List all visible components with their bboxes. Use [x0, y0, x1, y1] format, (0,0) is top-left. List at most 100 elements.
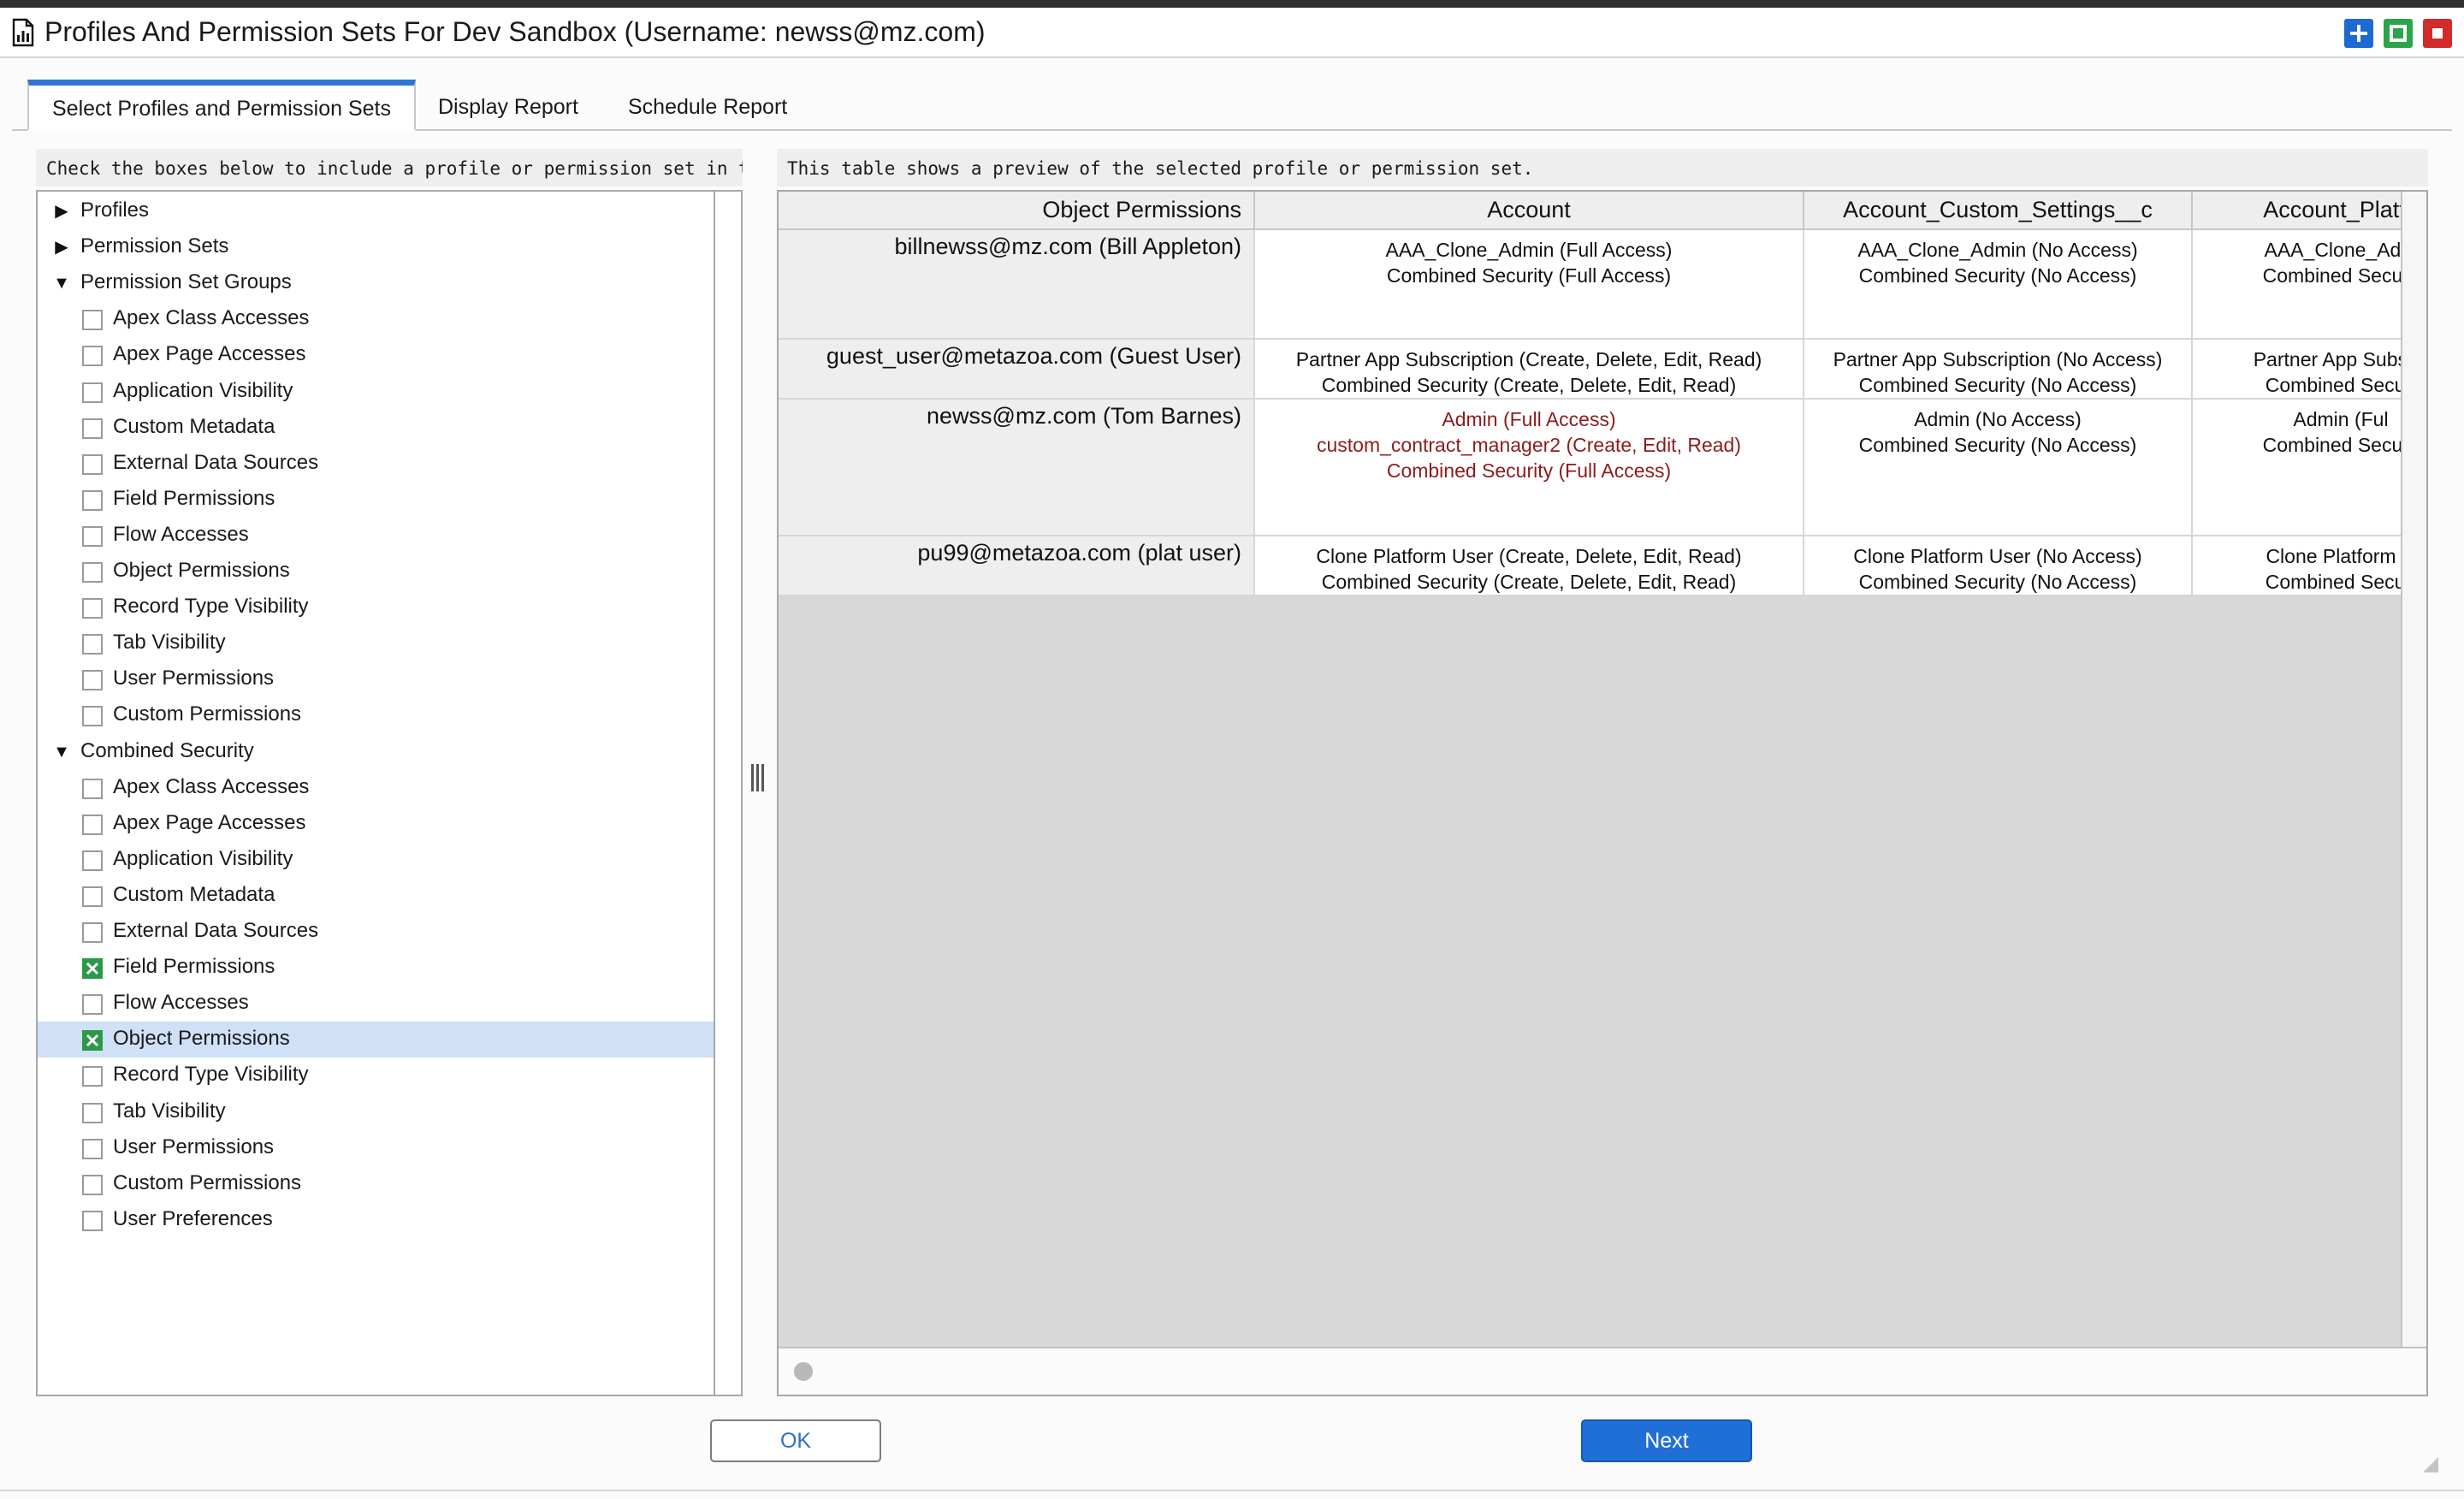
- preview-table-viewport: Object Permissions Account Account_Custom_…: [779, 192, 2401, 596]
- tree-item-label: Apex Class Accesses: [113, 774, 310, 798]
- tree-item-label: Custom Metadata: [113, 882, 275, 906]
- next-button[interactable]: Next: [1581, 1419, 1752, 1462]
- tree-item-apex-page-accesses[interactable]: Apex Page Accesses: [38, 337, 714, 373]
- tab-display-report[interactable]: Display Report: [438, 80, 578, 131]
- checkbox[interactable]: [82, 814, 103, 835]
- horizontal-scroll-thumb[interactable]: [794, 1362, 813, 1381]
- tree-item-apex-class-accesses[interactable]: Apex Class Accesses: [38, 301, 714, 337]
- permission-line: Combined Security (Create, Delete, Edit,…: [1321, 571, 1737, 593]
- tree-item-flow-accesses[interactable]: Flow Accesses: [38, 518, 714, 554]
- tree-item-user-permissions[interactable]: User Permissions: [38, 661, 714, 697]
- checkbox[interactable]: [82, 778, 103, 799]
- tree-item-record-type-visibility[interactable]: Record Type Visibility: [38, 1058, 714, 1093]
- maximize-window-button[interactable]: [2384, 19, 2413, 48]
- tree-item-label: Custom Permissions: [113, 702, 302, 726]
- tree-item-apex-class-accesses[interactable]: Apex Class Accesses: [38, 770, 714, 806]
- horizontal-scrollbar[interactable]: [779, 1347, 2426, 1395]
- user-cell: newss@mz.com (Tom Barnes): [779, 399, 1255, 536]
- checked-checkbox[interactable]: [82, 958, 103, 980]
- tree-item-user-preferences[interactable]: User Preferences: [38, 1202, 714, 1238]
- table-row[interactable]: newss@mz.com (Tom Barnes) Admin (Full Acc…: [779, 399, 2401, 536]
- tab-schedule-report[interactable]: Schedule Report: [628, 80, 787, 131]
- permission-cell: AAA_Clone_Admin (No Access) Combined Secu…: [1804, 229, 2193, 340]
- close-icon: [2432, 28, 2443, 39]
- checkbox[interactable]: [82, 1138, 103, 1159]
- tree-item-field-permissions[interactable]: Field Permissions: [38, 482, 714, 518]
- tree-item-flow-accesses[interactable]: Flow Accesses: [38, 986, 714, 1022]
- table-row[interactable]: pu99@metazoa.com (plat user) Clone Platfo…: [779, 536, 2401, 596]
- tree-item-label: Apex Class Accesses: [113, 306, 310, 330]
- collapsed-arrow-icon[interactable]: ▶: [51, 201, 72, 222]
- permission-line: AAA_Clone_Admin (No Access): [1857, 239, 2138, 261]
- checkbox[interactable]: [82, 382, 103, 403]
- tree-item-object-permissions[interactable]: Object Permissions: [38, 554, 714, 590]
- column-header[interactable]: Account_Custom_Settings__c: [1804, 192, 2193, 230]
- tree-group-permission-sets[interactable]: ▶ Permission Sets: [38, 229, 714, 265]
- tree-item-external-data-sources[interactable]: External Data Sources: [38, 446, 714, 482]
- tree-item-field-permissions[interactable]: Field Permissions: [38, 950, 714, 986]
- checkbox[interactable]: [82, 562, 103, 583]
- tree-group-permission-set-groups[interactable]: ▼ Permission Set Groups: [38, 265, 714, 301]
- column-header[interactable]: Account: [1254, 192, 1804, 230]
- checkbox[interactable]: [82, 489, 103, 511]
- checkbox[interactable]: [82, 922, 103, 943]
- tree-group-profiles[interactable]: ▶ Profiles: [38, 193, 714, 229]
- tree-item-custom-metadata[interactable]: Custom Metadata: [38, 878, 714, 914]
- screen-top-strip: [0, 0, 2464, 8]
- tree-item-custom-metadata[interactable]: Custom Metadata: [38, 410, 714, 446]
- checkbox[interactable]: [82, 310, 103, 331]
- panel-splitter[interactable]: [749, 764, 768, 791]
- checkbox[interactable]: [82, 1174, 103, 1195]
- resize-grip-icon[interactable]: [2420, 1454, 2440, 1474]
- tree-item-tab-visibility[interactable]: Tab Visibility: [38, 625, 714, 661]
- expanded-arrow-icon[interactable]: ▼: [51, 273, 72, 293]
- checked-checkbox[interactable]: [82, 1030, 103, 1052]
- row-header-column[interactable]: Object Permissions: [779, 192, 1255, 230]
- checkbox[interactable]: [82, 706, 103, 727]
- checkbox[interactable]: [82, 346, 103, 367]
- tree-item-label: User Permissions: [113, 667, 275, 690]
- checkbox[interactable]: [82, 453, 103, 475]
- tree-item-object-permissions[interactable]: Object Permissions: [38, 1022, 714, 1058]
- checkbox[interactable]: [82, 1102, 103, 1123]
- tree-scrollbar[interactable]: [714, 192, 715, 1395]
- permission-cell: Clone Platform U Combined Securi: [2192, 536, 2401, 596]
- tree-item-application-visibility[interactable]: Application Visibility: [38, 842, 714, 878]
- checkbox[interactable]: [82, 994, 103, 1016]
- ok-button[interactable]: OK: [710, 1419, 881, 1462]
- tree-item-record-type-visibility[interactable]: Record Type Visibility: [38, 590, 714, 625]
- checkbox[interactable]: [82, 886, 103, 907]
- checkbox[interactable]: [82, 418, 103, 439]
- tree-item-label: Object Permissions: [113, 1027, 290, 1051]
- tab-select-profiles[interactable]: Select Profiles and Permission Sets: [27, 80, 416, 131]
- checkbox[interactable]: [82, 670, 103, 691]
- expanded-arrow-icon[interactable]: ▼: [51, 742, 72, 762]
- tree-item-custom-permissions[interactable]: Custom Permissions: [38, 1166, 714, 1202]
- tree-item-label: Custom Permissions: [113, 1170, 302, 1194]
- checkbox[interactable]: [82, 525, 103, 547]
- close-window-button[interactable]: [2423, 19, 2452, 48]
- tree-item-apex-page-accesses[interactable]: Apex Page Accesses: [38, 806, 714, 842]
- vertical-scrollbar[interactable]: [2401, 192, 2426, 1347]
- user-cell: pu99@metazoa.com (plat user): [779, 536, 1255, 596]
- checkbox[interactable]: [82, 850, 103, 871]
- table-row[interactable]: billnewss@mz.com (Bill Appleton) AAA_Clon…: [779, 229, 2401, 340]
- add-window-button[interactable]: [2344, 19, 2373, 48]
- checkbox[interactable]: [82, 634, 103, 655]
- tree-item-custom-permissions[interactable]: Custom Permissions: [38, 697, 714, 733]
- checkbox[interactable]: [82, 1210, 103, 1231]
- window-title: Profiles And Permission Sets For Dev San…: [44, 16, 986, 47]
- checkmark-x-icon: [86, 1034, 99, 1047]
- maximize-icon: [2390, 25, 2407, 42]
- column-header[interactable]: Account_Platfo: [2192, 192, 2401, 230]
- tree-item-user-permissions[interactable]: User Permissions: [38, 1130, 714, 1166]
- tree-item-external-data-sources[interactable]: External Data Sources: [38, 914, 714, 950]
- collapsed-arrow-icon[interactable]: ▶: [51, 237, 72, 258]
- checkbox[interactable]: [82, 598, 103, 619]
- tree-item-application-visibility[interactable]: Application Visibility: [38, 374, 714, 410]
- tree-group-combined-security[interactable]: ▼ Combined Security: [38, 734, 714, 770]
- table-row[interactable]: guest_user@metazoa.com (Guest User) Partn…: [779, 339, 2401, 400]
- tree-item-label: Apex Page Accesses: [113, 810, 306, 834]
- tree-item-tab-visibility[interactable]: Tab Visibility: [38, 1094, 714, 1130]
- checkbox[interactable]: [82, 1066, 103, 1087]
